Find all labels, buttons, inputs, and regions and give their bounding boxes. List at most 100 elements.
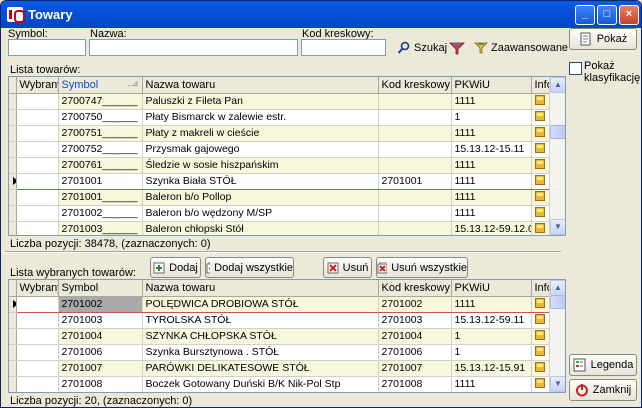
column-header-info[interactable]: Info — [531, 280, 552, 297]
table-row[interactable]: 2700752______ Przysmak gajowego 15.13.12-1… — [9, 141, 552, 158]
info-box-icon[interactable] — [534, 174, 545, 185]
info-box-icon[interactable] — [534, 345, 545, 356]
info-box-icon[interactable] — [534, 377, 545, 388]
table-row[interactable]: 2701003 TYROLSKA STÓŁ 2701003 15.13.12-59.1… — [9, 312, 552, 329]
row-indicator-header — [9, 77, 17, 94]
cell-pkwiu: 1111 — [451, 157, 532, 174]
cell-info — [531, 141, 552, 158]
selected-scroll-thumb[interactable] — [550, 295, 565, 309]
maximize-button[interactable]: □ — [597, 5, 617, 25]
table-row[interactable]: 2700751______ Płaty z makreli w cieście 11… — [9, 125, 552, 142]
cell-symbol: 2700752______ — [58, 141, 143, 158]
symbol-input[interactable] — [8, 39, 86, 56]
selected-section-label: Lista wybranych towarów: — [10, 267, 136, 279]
cell-wybrany — [16, 205, 59, 222]
info-box-icon[interactable] — [534, 190, 545, 201]
barcode-input[interactable] — [301, 39, 386, 56]
table-row[interactable]: 2701007 PARÓWKI DELIKATESOWE STÓŁ 2701007 1… — [9, 360, 552, 377]
filter-button[interactable] — [449, 38, 465, 58]
selected-table: Wybrany Symbol Nazwa towaru Kod kreskowy… — [8, 279, 566, 393]
cell-barcode: 2701008 — [378, 376, 452, 392]
selected-scrollbar[interactable]: ▲ ▼ — [549, 280, 565, 392]
table-row[interactable]: 2701001______ Baleron b/o Pollop 1111 — [9, 189, 552, 206]
cell-symbol: 2700747______ — [58, 93, 143, 110]
info-box-icon[interactable] — [534, 126, 545, 137]
info-box-icon[interactable] — [534, 297, 545, 308]
table-row[interactable]: 2701006 Szynka Bursztynowa . STÓŁ 2701006 1 — [9, 344, 552, 361]
cell-pkwiu: 1111 — [451, 205, 532, 222]
column-header-info[interactable]: Info — [531, 77, 552, 94]
table-row[interactable]: 2701008 Boczek Gotowany Duński B/K Nik-Po… — [9, 376, 552, 392]
show-classification-label: Pokaż klasyfikację — [584, 60, 641, 84]
search-button[interactable]: Szukaj — [397, 38, 447, 58]
table-row[interactable]: 2701002______ Baleron b/o wędzony M/SP 111… — [9, 205, 552, 222]
scroll-down-icon[interactable]: ▼ — [550, 219, 565, 235]
info-box-icon[interactable] — [534, 222, 545, 233]
info-box-icon[interactable] — [534, 329, 545, 340]
column-header-name[interactable]: Nazwa towaru — [142, 280, 379, 297]
cell-wybrany — [16, 221, 59, 235]
table-row[interactable]: 2700761______ Śledzie w sosie hiszpańskim… — [9, 157, 552, 174]
cell-wybrany — [16, 172, 59, 190]
info-box-icon[interactable] — [534, 206, 545, 217]
column-header-barcode[interactable]: Kod kreskowy — [378, 280, 452, 297]
column-header-name[interactable]: Nazwa towaru — [142, 77, 379, 94]
column-header-wybrany[interactable]: Wybrany — [16, 280, 59, 297]
info-box-icon[interactable] — [534, 313, 545, 324]
window: Towary _ □ × Symbol: Nazwa: Kod kreskowy… — [0, 0, 642, 408]
title-bar: Towary _ □ × — [1, 1, 641, 28]
add-all-button[interactable]: Dodaj wszystkie — [205, 257, 294, 278]
legend-button-label: Legenda — [590, 359, 634, 371]
cell-info — [531, 93, 552, 110]
products-scroll-thumb[interactable] — [550, 125, 565, 139]
cell-barcode: 2701002 — [378, 295, 452, 313]
table-row[interactable]: 2700750______ Płaty Bismarck w zalewie es… — [9, 109, 552, 126]
column-header-symbol[interactable]: Symbol ..⊿ — [58, 77, 143, 94]
app-icon — [7, 7, 25, 23]
info-box-icon[interactable] — [534, 110, 545, 121]
cell-name: Baleron chłopski Stół — [142, 221, 379, 235]
scroll-down-icon[interactable]: ▼ — [550, 376, 565, 392]
advanced-search-label: Zaawansowane — [491, 42, 569, 54]
cell-name: Płaty Bismarck w zalewie estr. — [142, 109, 379, 126]
info-box-icon[interactable] — [534, 158, 545, 169]
info-box-icon[interactable] — [534, 94, 545, 105]
table-row[interactable]: 2700747______ Paluszki z Fileta Pan 1111 — [9, 93, 552, 110]
scroll-up-icon[interactable]: ▲ — [550, 77, 565, 93]
show-button[interactable]: Pokaż — [569, 28, 637, 50]
column-header-pkwiu[interactable]: PKWiU — [451, 280, 532, 297]
cell-info — [531, 376, 552, 392]
column-header-symbol[interactable]: Symbol — [58, 280, 143, 297]
table-row[interactable]: 2701001 Szynka Biała STÓŁ 2701001 1111 — [9, 172, 552, 190]
row-indicator — [9, 173, 17, 190]
row-indicator — [9, 360, 17, 377]
cell-symbol: 2701003______ — [58, 221, 143, 235]
info-box-icon[interactable] — [534, 142, 545, 153]
products-scrollbar[interactable]: ▲ ▼ — [549, 77, 565, 235]
remove-all-button[interactable]: Usuń wszystkie — [376, 257, 468, 278]
cell-info — [531, 125, 552, 142]
row-indicator — [9, 312, 17, 329]
minimize-button[interactable]: _ — [575, 5, 595, 25]
cell-pkwiu: 1111 — [451, 189, 532, 206]
legend-button[interactable]: Legenda — [569, 354, 637, 376]
name-input[interactable] — [89, 39, 298, 56]
column-header-pkwiu[interactable]: PKWiU — [451, 77, 532, 94]
table-row[interactable]: 2701004 SZYNKA CHŁOPSKA STÓŁ 2701004 1 — [9, 328, 552, 345]
remove-button[interactable]: Usuń — [323, 257, 372, 278]
table-row[interactable]: 2701003______ Baleron chłopski Stół 15.13.… — [9, 221, 552, 235]
row-indicator — [9, 189, 17, 206]
show-classification-checkbox[interactable] — [569, 62, 582, 75]
close-window-button[interactable]: × — [619, 5, 639, 25]
cell-barcode — [378, 109, 452, 126]
row-indicator — [9, 376, 17, 392]
cell-wybrany — [16, 189, 59, 206]
scroll-up-icon[interactable]: ▲ — [550, 280, 565, 296]
add-button[interactable]: Dodaj — [150, 257, 201, 278]
advanced-search-button[interactable]: Zaawansowane — [474, 38, 568, 58]
table-row[interactable]: 2701002 POLĘDWICA DROBIOWA STÓŁ 2701002 111… — [9, 295, 552, 313]
close-button[interactable]: Zamknij — [569, 379, 637, 401]
column-header-wybrany[interactable]: Wybrany — [16, 77, 59, 94]
column-header-barcode[interactable]: Kod kreskowy — [378, 77, 452, 94]
info-box-icon[interactable] — [534, 361, 545, 372]
